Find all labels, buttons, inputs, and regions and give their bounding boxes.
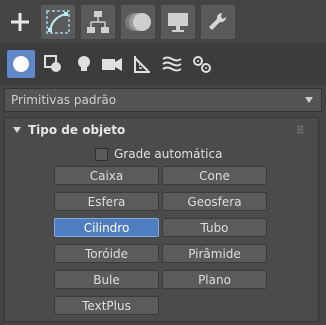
cone-button[interactable]: Cone [162,166,267,185]
object-type-rollout: Tipo de objeto Grade automática Caixa Co… [4,117,319,322]
cameras-category-button[interactable] [98,50,126,78]
caixa-button[interactable]: Caixa [54,166,159,185]
space-warps-category-button[interactable] [158,50,186,78]
systems-gears-icon [193,56,211,73]
collapse-triangle-icon [13,127,21,133]
motion-icon [125,13,151,31]
space-warps-icon [162,56,182,72]
helpers-icon [134,56,150,73]
tubo-button[interactable]: Tubo [162,218,267,237]
create-tab[interactable] [3,5,37,39]
hierarchy-tab[interactable] [81,5,115,39]
plano-button[interactable]: Plano [162,270,267,289]
esfera-button[interactable]: Esfera [54,192,159,211]
hierarchy-icon [87,11,109,33]
geometry-sphere-icon [13,56,29,72]
geosfera-button[interactable]: Geosfera [162,192,267,211]
display-monitor-icon [168,13,188,32]
cameras-icon [102,58,122,71]
object-category-dropdown[interactable]: Primitivas padrão [4,88,322,112]
command-panel-tabs [0,0,326,43]
shapes-icon [44,55,61,72]
utilities-tab[interactable] [201,5,235,39]
autogrid-label: Grade automática [114,147,223,161]
helpers-category-button[interactable] [128,50,156,78]
bule-button[interactable]: Bule [54,270,159,289]
toroide-button[interactable]: Toróide [54,244,159,263]
lights-bulb-icon [78,56,90,71]
piramide-button[interactable]: Pirâmide [162,244,267,263]
dropdown-value: Primitivas padrão [11,93,117,107]
textplus-button[interactable]: TextPlus [54,296,159,315]
systems-category-button[interactable] [188,50,216,78]
rollout-title: Tipo de objeto [28,123,126,137]
modify-tab[interactable] [41,5,75,39]
rollout-header[interactable]: Tipo de objeto [5,118,318,142]
utilities-wrench-icon [209,12,227,31]
plus-create-icon [11,13,29,31]
modify-curve-icon [46,10,70,34]
chevron-down-icon [305,97,313,103]
display-tab[interactable] [161,5,195,39]
lights-category-button[interactable] [70,50,98,78]
geometry-category-button[interactable] [7,50,35,78]
autogrid-checkbox[interactable] [95,147,108,161]
drag-grip-icon[interactable] [297,125,304,134]
autogrid-option[interactable]: Grade automática [95,146,222,162]
category-toolbar [0,43,326,85]
motion-tab[interactable] [121,5,155,39]
cilindro-button[interactable]: Cilindro [54,218,159,237]
shapes-category-button[interactable] [39,50,67,78]
